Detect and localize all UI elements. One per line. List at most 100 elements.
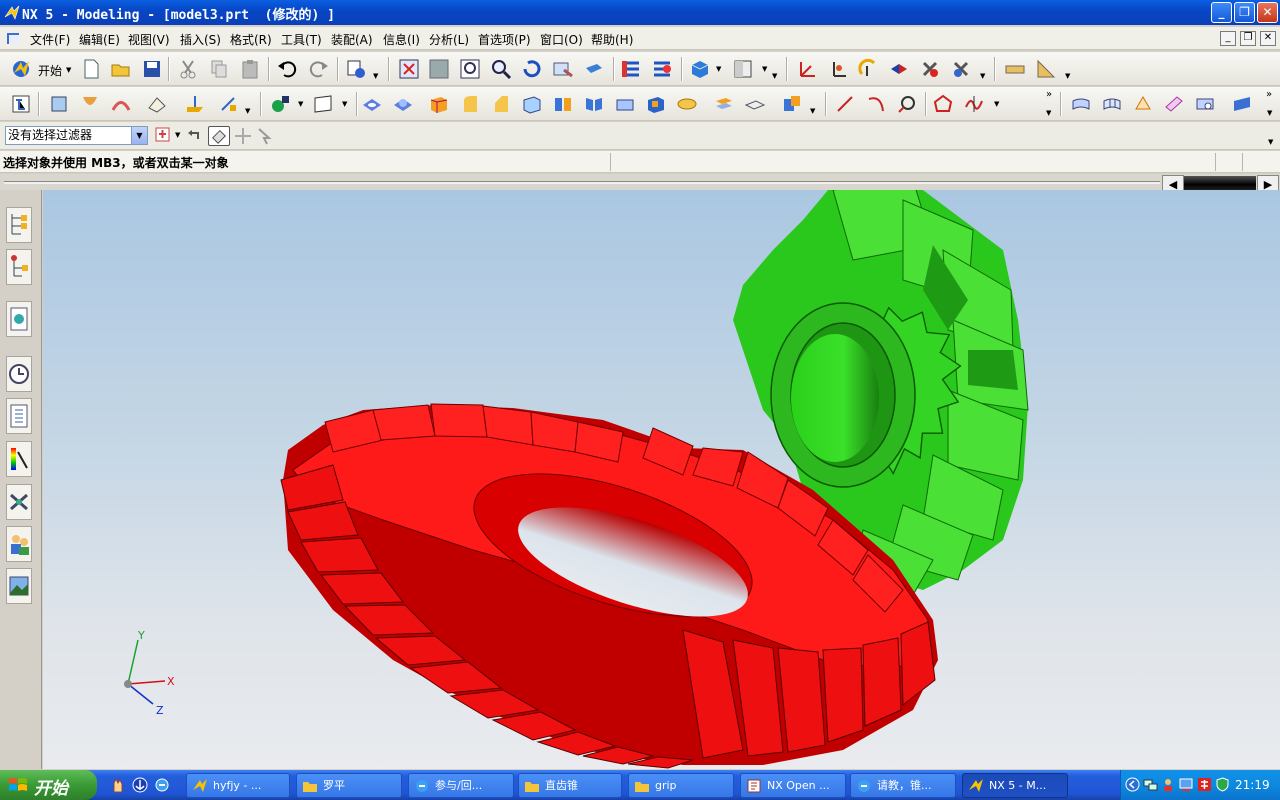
wcs-origin-icon[interactable] — [826, 58, 848, 80]
redo-icon[interactable] — [308, 58, 330, 80]
pan-icon[interactable] — [552, 58, 574, 80]
menu-tools[interactable]: 工具(T) — [281, 31, 322, 48]
menu-edit[interactable]: 编辑(E) — [79, 31, 120, 48]
tray-expand-icon[interactable] — [1125, 777, 1140, 792]
palettes-tab[interactable] — [6, 441, 32, 477]
polygon-icon[interactable] — [932, 93, 954, 115]
move-to-layer-icon[interactable] — [651, 58, 673, 80]
measure-distance-icon[interactable] — [1004, 58, 1026, 80]
offset-face-icon[interactable] — [713, 93, 735, 115]
chevron-down-icon[interactable]: ▼ — [131, 127, 147, 144]
split-body-icon[interactable] — [645, 93, 667, 115]
zoom-icon[interactable] — [459, 58, 481, 80]
block-icon[interactable] — [428, 93, 450, 115]
task-reply[interactable]: 参与/回... — [408, 773, 514, 798]
close-button[interactable]: ✕ — [1257, 2, 1278, 23]
line-icon[interactable] — [834, 93, 856, 115]
shaded-view-icon[interactable] — [583, 58, 605, 80]
network-icon[interactable] — [1143, 777, 1158, 792]
undo-selection-icon[interactable] — [186, 125, 204, 145]
menu-file[interactable]: 文件(F) — [30, 31, 70, 48]
hole-icon[interactable] — [361, 93, 383, 115]
menu-preferences[interactable]: 首选项(P) — [478, 31, 531, 48]
start-icon[interactable] — [10, 58, 32, 80]
revolve-icon[interactable] — [79, 93, 101, 115]
save-icon[interactable] — [141, 58, 163, 80]
security-shield-icon[interactable] — [1215, 777, 1230, 792]
menu-analysis[interactable]: 分析(L) — [429, 31, 469, 48]
swept-surface-icon[interactable] — [1132, 93, 1154, 115]
maximize-button[interactable]: ❐ — [1234, 2, 1255, 23]
task-nx5[interactable]: NX 5 - M... — [962, 773, 1068, 798]
thicken-icon[interactable] — [676, 93, 698, 115]
chamfer-icon[interactable] — [490, 93, 512, 115]
menu-information[interactable]: 信息(I) — [383, 31, 420, 48]
arc-icon[interactable] — [865, 93, 887, 115]
cut-icon[interactable] — [177, 58, 199, 80]
quick-pick-icon[interactable] — [255, 126, 273, 146]
zoom-window-icon[interactable] — [428, 58, 450, 80]
trim-body-icon[interactable] — [614, 93, 636, 115]
graphics-window[interactable]: Y X Z — [43, 190, 1280, 769]
instance-feature-icon[interactable] — [552, 93, 574, 115]
measure-angle-icon[interactable] — [1035, 58, 1057, 80]
curve-mesh-icon[interactable] — [1101, 93, 1123, 115]
doc-restore-button[interactable]: ❐ — [1240, 31, 1256, 46]
rotate-wcs-icon[interactable] — [857, 58, 879, 80]
fit-view-icon[interactable] — [398, 58, 420, 80]
render-style-icon[interactable] — [689, 58, 711, 80]
sew-icon[interactable] — [1194, 93, 1216, 115]
menu-window[interactable]: 窗口(O) — [540, 31, 583, 48]
task-luoping[interactable]: 罗平 — [296, 773, 402, 798]
title-bar[interactable]: NX 5 - Modeling - [model3.prt (修改的) ] _ … — [0, 0, 1280, 25]
system-scenes-tab[interactable] — [6, 568, 32, 604]
scale-body-icon[interactable] — [744, 93, 766, 115]
boss-icon[interactable] — [392, 93, 414, 115]
document-menu-icon[interactable] — [6, 31, 22, 46]
process-studio-tab[interactable] — [6, 484, 32, 520]
minimize-button[interactable]: _ — [1211, 2, 1232, 23]
shell-icon[interactable] — [521, 93, 543, 115]
part-navigator-icon[interactable] — [10, 93, 32, 115]
task-nx-open[interactable]: NX Open ... — [740, 773, 846, 798]
information-icon[interactable] — [345, 58, 367, 80]
select-eraser-icon[interactable] — [208, 126, 230, 146]
boolean-icon[interactable] — [781, 93, 803, 115]
task-grip[interactable]: grip — [628, 773, 734, 798]
undo-icon[interactable] — [276, 58, 298, 80]
menu-help[interactable]: 帮助(H) — [591, 31, 633, 48]
circle-icon[interactable] — [896, 93, 918, 115]
task-straight-bevel[interactable]: 直齿锥 — [518, 773, 622, 798]
wcs-orient-icon[interactable] — [888, 58, 910, 80]
datum-axis-icon[interactable] — [217, 93, 239, 115]
orient-view-icon[interactable] — [732, 58, 754, 80]
quicklaunch-hand-icon[interactable] — [110, 777, 126, 793]
extrude-icon[interactable] — [48, 93, 70, 115]
history-tab[interactable] — [6, 301, 32, 337]
doc-close-button[interactable]: ✕ — [1260, 31, 1276, 46]
toolbar-overflow-icon[interactable]: » — [1046, 89, 1052, 100]
snap-point-icon[interactable] — [234, 126, 252, 146]
new-file-icon[interactable] — [80, 58, 102, 80]
quicklaunch-anchor-icon[interactable] — [132, 777, 148, 793]
type-filter-select[interactable]: 没有选择过滤器 ▼ — [5, 126, 148, 145]
roles-tab[interactable] — [6, 526, 32, 562]
history-palette-tab[interactable] — [6, 356, 32, 392]
zoom-in-icon[interactable] — [490, 58, 512, 80]
doc-minimize-button[interactable]: _ — [1220, 31, 1236, 46]
rectangle-icon[interactable] — [312, 93, 334, 115]
menu-format[interactable]: 格式(R) — [230, 31, 272, 48]
sketch-icon[interactable] — [146, 93, 168, 115]
edge-blend-icon[interactable] — [459, 93, 481, 115]
menu-insert[interactable]: 插入(S) — [180, 31, 221, 48]
copy-icon[interactable] — [208, 58, 230, 80]
rotate-icon[interactable] — [521, 58, 543, 80]
part-navigator-tab[interactable] — [6, 249, 32, 285]
through-curves-icon[interactable] — [1070, 93, 1092, 115]
menu-view[interactable]: 视图(V) — [128, 31, 170, 48]
layer-settings-icon[interactable] — [620, 58, 642, 80]
paste-icon[interactable] — [239, 58, 261, 80]
save-wcs-icon[interactable] — [919, 58, 941, 80]
sweep-icon[interactable] — [110, 93, 132, 115]
start-button[interactable]: 开始 — [38, 62, 62, 79]
